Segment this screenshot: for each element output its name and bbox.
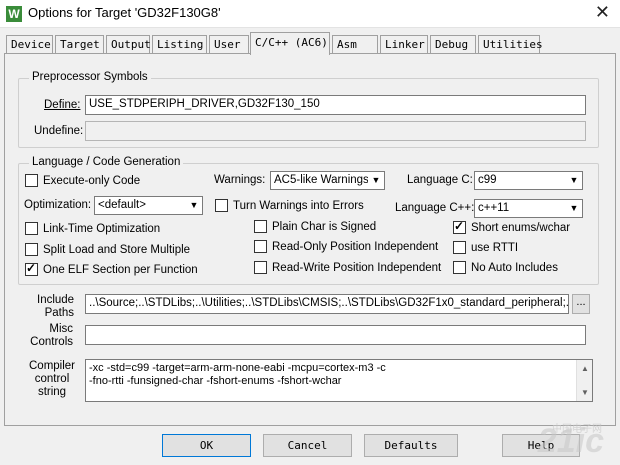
tab-cc-ac6[interactable]: C/C++ (AC6) <box>250 32 330 55</box>
chevron-down-icon[interactable]: ▼ <box>368 172 384 189</box>
group-title: Language / Code Generation <box>29 156 184 168</box>
checkbox-label: use RTTI <box>471 241 519 254</box>
include-paths-input[interactable]: ..\Source;..\STDLibs;..\Utilities;..\STD… <box>85 294 569 314</box>
no-auto-includes-checkbox[interactable]: No Auto Includes <box>453 261 558 274</box>
compiler-line: -xc -std=c99 -target=arm-arm-none-eabi -… <box>89 362 386 374</box>
checkbox-label: Turn Warnings into Errors <box>233 199 364 212</box>
checkbox-label: Read-Write Position Independent <box>272 261 442 274</box>
warnings-select[interactable]: AC5-like Warnings ▼ <box>270 171 385 190</box>
use-rtti-checkbox[interactable]: use RTTI <box>453 241 518 254</box>
checkbox-box[interactable] <box>25 174 38 187</box>
window-title: Options for Target 'GD32F130G8' <box>28 5 221 20</box>
chevron-down-icon[interactable]: ▼ <box>186 197 202 214</box>
include-paths-label: Include Paths <box>37 294 74 320</box>
tab-target[interactable]: Target <box>55 35 104 54</box>
language-c-select[interactable]: c99 ▼ <box>474 171 583 190</box>
checkbox-box[interactable] <box>254 240 267 253</box>
optimization-label: Optimization: <box>24 199 92 211</box>
vertical-scrollbar[interactable]: ▲ ▼ <box>576 360 592 401</box>
optimization-value: <default> <box>98 199 146 211</box>
checkbox-label: Read-Only Position Independent <box>272 240 439 253</box>
misc-controls-input[interactable] <box>85 325 586 345</box>
app-icon: W <box>6 6 22 22</box>
checkbox-box[interactable] <box>254 220 267 233</box>
chevron-down-icon[interactable]: ▼ <box>566 200 582 217</box>
browse-button[interactable]: ... <box>572 294 590 314</box>
undefine-input[interactable] <box>85 121 586 141</box>
label-line: Paths <box>44 307 74 319</box>
checkbox-box[interactable] <box>453 219 466 234</box>
readwrite-position-checkbox[interactable]: Read-Write Position Independent <box>254 261 441 274</box>
checkbox-label: No Auto Includes <box>471 261 558 274</box>
checkbox-box[interactable] <box>453 261 466 274</box>
label-line: Include <box>37 294 75 306</box>
execute-only-checkbox[interactable]: Execute-only Code <box>25 174 140 187</box>
chevron-down-icon[interactable]: ▼ <box>566 172 582 189</box>
define-input[interactable]: USE_STDPERIPH_DRIVER,GD32F130_150 <box>85 95 586 115</box>
group-title: Preprocessor Symbols <box>29 71 151 83</box>
tab-asm[interactable]: Asm <box>332 35 378 54</box>
language-c-value: c99 <box>478 174 497 186</box>
plain-char-checkbox[interactable]: Plain Char is Signed <box>254 220 376 233</box>
warnings-value: AC5-like Warnings <box>274 174 369 186</box>
cancel-button[interactable]: Cancel <box>263 434 352 457</box>
short-enums-checkbox[interactable]: Short enums/wchar <box>453 219 571 234</box>
scroll-down-icon[interactable]: ▼ <box>577 386 593 399</box>
label-line: Compiler <box>29 360 76 372</box>
define-label: Define: <box>44 99 80 111</box>
define-label-text: Define: <box>44 99 81 111</box>
language-cpp-label: Language C++: <box>395 202 475 214</box>
tab-listing[interactable]: Listing <box>152 35 207 54</box>
ok-button[interactable]: OK <box>162 434 251 457</box>
turn-warnings-checkbox[interactable]: Turn Warnings into Errors <box>215 199 364 212</box>
tab-utilities[interactable]: Utilities <box>478 35 543 54</box>
warnings-label: Warnings: <box>214 174 266 186</box>
language-c-label: Language C: <box>407 174 473 186</box>
checkbox-label: One ELF Section per Function <box>43 263 198 276</box>
close-icon[interactable]: ✕ <box>595 2 610 23</box>
label-line: string <box>37 386 67 398</box>
checkbox-box[interactable] <box>25 261 38 276</box>
checkbox-box[interactable] <box>25 243 38 256</box>
undefine-label: Undefine: <box>34 125 84 137</box>
checkbox-label: Plain Char is Signed <box>272 220 377 233</box>
language-cpp-value: c++11 <box>478 202 510 214</box>
checkbox-box[interactable] <box>25 222 38 235</box>
title-bar: W Options for Target 'GD32F130G8' ✕ <box>0 0 620 28</box>
label-line: control <box>34 373 70 385</box>
tab-output[interactable]: Output <box>106 35 151 54</box>
watermark-logo: 21ic <box>537 422 604 460</box>
tab-device[interactable]: Device <box>6 35 53 54</box>
tab-strip: Device Target Output Listing User C/C++ … <box>4 32 616 55</box>
checkbox-box[interactable] <box>453 241 466 254</box>
tab-user[interactable]: User <box>209 35 249 54</box>
link-time-checkbox[interactable]: Link-Time Optimization <box>25 222 160 235</box>
compiler-control-label: Compiler control string <box>29 360 75 399</box>
compiler-line: -fno-rtti -funsigned-char -fshort-enums … <box>89 375 342 387</box>
compiler-control-string[interactable]: -xc -std=c99 -target=arm-arm-none-eabi -… <box>85 359 593 402</box>
split-load-checkbox[interactable]: Split Load and Store Multiple <box>25 243 190 256</box>
checkbox-box[interactable] <box>254 261 267 274</box>
tab-linker[interactable]: Linker <box>380 35 428 54</box>
checkbox-label: Short enums/wchar <box>471 221 571 234</box>
checkbox-label: Link-Time Optimization <box>43 222 161 235</box>
checkbox-label: Execute-only Code <box>43 174 141 187</box>
label-line: Misc <box>49 323 73 335</box>
checkbox-box[interactable] <box>215 199 228 212</box>
one-elf-checkbox[interactable]: One ELF Section per Function <box>25 261 198 276</box>
misc-controls-label: Misc Controls <box>30 323 73 349</box>
checkbox-label: Split Load and Store Multiple <box>43 243 191 256</box>
scroll-up-icon[interactable]: ▲ <box>577 362 593 375</box>
tab-debug[interactable]: Debug <box>430 35 476 54</box>
defaults-button[interactable]: Defaults <box>364 434 458 457</box>
label-line: Controls <box>30 336 73 348</box>
readonly-position-checkbox[interactable]: Read-Only Position Independent <box>254 240 438 253</box>
language-cpp-select[interactable]: c++11 ▼ <box>474 199 583 218</box>
optimization-select[interactable]: <default> ▼ <box>94 196 203 215</box>
